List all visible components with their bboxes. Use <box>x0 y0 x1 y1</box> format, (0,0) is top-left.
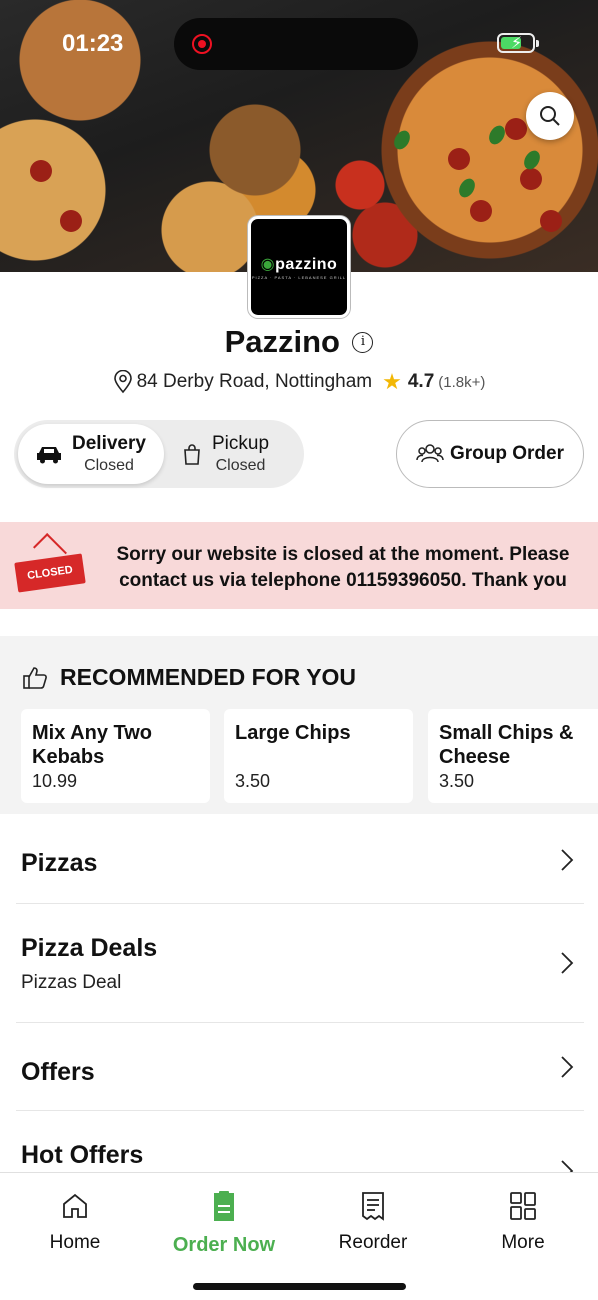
delivery-mode-button[interactable]: Delivery Closed <box>18 424 164 484</box>
closed-message: Sorry our website is closed at the momen… <box>116 544 570 591</box>
star-icon: ★ <box>382 369 402 394</box>
search-button[interactable] <box>526 92 574 140</box>
location-pin-icon <box>113 370 132 394</box>
recommended-heading: RECOMMENDED FOR YOU <box>60 664 357 690</box>
car-icon <box>37 447 61 464</box>
group-order-button[interactable]: Group Order <box>396 420 584 488</box>
tab-more[interactable]: More <box>468 1191 578 1254</box>
order-icon <box>214 1191 234 1221</box>
recommended-item-card[interactable]: Mix Any Two Kebabs 10.99 <box>21 709 210 803</box>
home-icon <box>63 1193 87 1218</box>
closed-sign-icon: CLOSED <box>14 553 86 593</box>
item-name: Small Chips & Cheese <box>439 722 574 768</box>
tab-label: More <box>501 1232 545 1253</box>
tab-home[interactable]: Home <box>20 1191 130 1254</box>
status-bar-time: 01:23 <box>62 30 124 57</box>
delivery-status: Closed <box>84 456 134 474</box>
recommended-item-card[interactable]: Large Chips 3.50 <box>224 709 413 803</box>
restaurant-address: 84 Derby Road, Nottingham <box>136 371 373 392</box>
tab-order-now[interactable]: Order Now <box>169 1191 279 1257</box>
closed-notice-banner: CLOSED Sorry our website is closed at th… <box>0 522 598 609</box>
group-users-icon <box>416 444 444 463</box>
group-order-label: Group Order <box>449 443 564 464</box>
restaurant-logo: ◉pazzino PIZZA · PASTA · LEBANESE GRILL <box>248 216 350 318</box>
tab-label: Reorder <box>338 1232 408 1253</box>
pickup-mode-button[interactable]: Pickup Closed <box>164 424 310 484</box>
item-name: Large Chips <box>235 722 351 744</box>
item-price: 3.50 <box>235 771 271 791</box>
item-price: 3.50 <box>439 771 475 791</box>
thumbs-up-icon <box>23 666 47 689</box>
rating-value: 4.7 <box>407 371 435 392</box>
category-subtitle: Pizzas Deal <box>21 972 122 993</box>
battery-icon: ⚡ <box>497 33 539 53</box>
category-row-pizzas[interactable]: Pizzas <box>16 815 584 904</box>
category-row-offers[interactable]: Offers <box>16 1023 584 1111</box>
category-name: Pizzas <box>21 849 98 877</box>
restaurant-name: Pazzino <box>224 324 340 359</box>
item-name: Mix Any Two Kebabs <box>32 722 152 768</box>
delivery-label: Delivery <box>72 433 146 454</box>
category-row-hot-offers[interactable]: Hot Offers <box>16 1111 584 1182</box>
receipt-icon <box>362 1192 384 1221</box>
grid-icon <box>510 1192 536 1220</box>
chevron-right-icon <box>561 952 574 974</box>
shopping-bag-icon <box>184 444 200 465</box>
info-icon[interactable]: i <box>352 331 374 353</box>
item-price: 10.99 <box>32 771 78 791</box>
tab-reorder[interactable]: Reorder <box>318 1191 428 1254</box>
dynamic-island <box>174 18 418 70</box>
pickup-status: Closed <box>215 456 266 474</box>
search-icon <box>540 106 560 126</box>
chevron-right-icon <box>561 1056 574 1078</box>
restaurant-meta: 84 Derby Road, Nottingham ★ 4.7 (1.8k+) <box>0 369 598 395</box>
rating-count: (1.8k+) <box>438 373 486 391</box>
order-mode-toggle: Delivery Closed Pickup Closed <box>14 420 304 488</box>
category-name: Offers <box>21 1058 95 1086</box>
pickup-label: Pickup <box>212 433 270 454</box>
category-name: Pizza Deals <box>21 934 158 962</box>
chevron-right-icon <box>561 849 574 871</box>
category-name: Hot Offers <box>21 1141 144 1169</box>
tab-label: Home <box>49 1232 101 1253</box>
recommended-section: RECOMMENDED FOR YOU Mix Any Two Kebabs 1… <box>0 636 598 814</box>
recording-icon <box>192 34 212 54</box>
bottom-tab-bar: Home Order Now Reorder More <box>0 1172 598 1300</box>
home-indicator <box>193 1283 406 1290</box>
category-row-pizza-deals[interactable]: Pizza Deals Pizzas Deal <box>16 904 584 1023</box>
recommended-item-card[interactable]: Small Chips & Cheese 3.50 <box>428 709 598 803</box>
tab-label: Order Now <box>172 1234 276 1256</box>
